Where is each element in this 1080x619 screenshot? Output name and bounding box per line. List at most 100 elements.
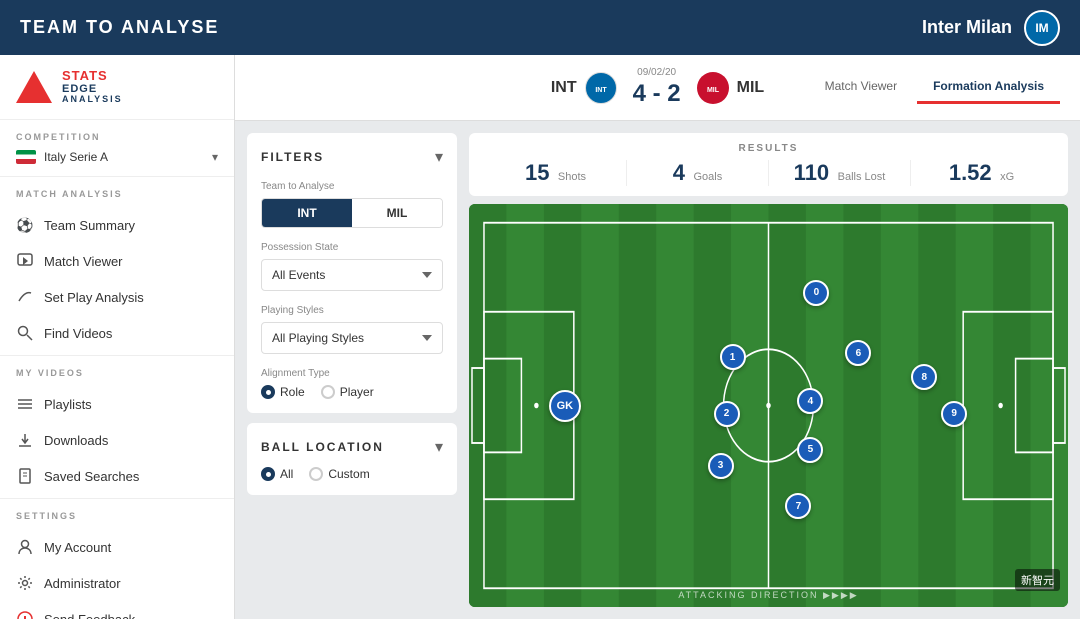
player-goalie: GK xyxy=(549,390,581,422)
xg-number: 1.52 xyxy=(949,160,992,185)
top-header: TEAM TO ANALYSE Inter Milan IM xyxy=(0,0,1080,55)
player-2: 2 xyxy=(714,401,740,427)
team-btn-mil[interactable]: MIL xyxy=(352,199,442,227)
sidebar-item-find-videos[interactable]: Find Videos xyxy=(0,315,234,351)
ball-location-header: BALL LOCATION ▾ xyxy=(261,437,443,457)
logo-analysis: ANALYSIS xyxy=(62,95,123,105)
sidebar-item-admin[interactable]: Administrator xyxy=(0,565,234,601)
playing-styles-dropdown[interactable]: All Playing Styles xyxy=(261,322,443,354)
play-icon xyxy=(16,252,34,270)
sidebar-item-playlists[interactable]: Playlists xyxy=(0,386,234,422)
sidebar-item-saved-searches[interactable]: Saved Searches xyxy=(0,458,234,494)
xg-label: xG xyxy=(1000,171,1014,183)
all-option[interactable]: All xyxy=(261,467,293,481)
sidebar-item-match-viewer[interactable]: Match Viewer xyxy=(0,243,234,279)
custom-option[interactable]: Custom xyxy=(309,467,369,481)
score-box: 09/02/20 4 - 2 xyxy=(633,67,681,108)
ball-location-radio-group: All Custom xyxy=(261,467,443,481)
custom-radio-icon xyxy=(309,467,323,481)
playing-styles-group: Playing Styles All Playing Styles xyxy=(261,305,443,354)
sidebar-item-team-summary[interactable]: ⚽ Team Summary xyxy=(0,207,234,243)
player-9: 9 xyxy=(941,401,967,427)
possession-dropdown[interactable]: All Events xyxy=(261,259,443,291)
downloads-label: Downloads xyxy=(44,433,108,448)
alignment-group: Alignment Type Role Player xyxy=(261,368,443,399)
logo-text: STATS EDGE ANALYSIS xyxy=(62,69,123,105)
my-videos-section: MY VIDEOS Playlists Downloads Saved Sear… xyxy=(0,356,234,499)
player-option[interactable]: Player xyxy=(321,385,374,399)
competition-selector[interactable]: Italy Serie A ▾ xyxy=(16,150,218,164)
player-8: 8 xyxy=(911,364,937,390)
filters-title: FILTERS xyxy=(261,150,324,164)
filters-collapse-icon[interactable]: ▾ xyxy=(435,147,443,167)
match-score-area: INT INT 09/02/20 4 - 2 MIL MIL xyxy=(551,67,764,108)
page-title: TEAM TO ANALYSE xyxy=(20,17,219,38)
tab-formation-analysis[interactable]: Formation Analysis xyxy=(917,71,1060,104)
account-label: My Account xyxy=(44,540,111,555)
player-label: Player xyxy=(340,385,374,399)
ball-location-title: BALL LOCATION xyxy=(261,440,384,454)
settings-label: SETTINGS xyxy=(0,511,234,521)
player-0: 0 xyxy=(803,280,829,306)
results-stats: 15 Shots 4 Goals 110 Balls Lost 1.52 xyxy=(485,160,1052,186)
away-team: MIL MIL xyxy=(697,72,765,104)
competition-section: COMPETITION Italy Serie A ▾ xyxy=(0,120,234,177)
filters-header: FILTERS ▾ xyxy=(261,147,443,167)
player-7: 7 xyxy=(785,493,811,519)
set-play-label: Set Play Analysis xyxy=(44,290,144,305)
sidebar-item-set-play[interactable]: Set Play Analysis xyxy=(0,279,234,315)
all-label: All xyxy=(280,467,293,481)
saved-searches-label: Saved Searches xyxy=(44,469,139,484)
chevron-down-icon: ▾ xyxy=(212,150,218,164)
results-title: RESULTS xyxy=(485,143,1052,154)
possession-label: Possession State xyxy=(261,242,443,253)
match-analysis-section: MATCH ANALYSIS ⚽ Team Summary Match View… xyxy=(0,177,234,356)
team-name: Inter Milan xyxy=(922,17,1012,38)
logo-triangle-icon xyxy=(16,71,52,103)
ball-location-section: BALL LOCATION ▾ All Custom xyxy=(247,423,457,495)
stat-xg: 1.52 xG xyxy=(911,160,1052,186)
stat-balls-lost: 110 Balls Lost xyxy=(769,160,911,186)
team-btn-int[interactable]: INT xyxy=(262,199,352,227)
logo-stats: STATS xyxy=(62,69,123,83)
stat-goals: 4 Goals xyxy=(627,160,769,186)
team-buttons: INT MIL xyxy=(261,198,443,228)
milan-badge-icon: MIL xyxy=(697,72,729,104)
inter-badge-icon: INT xyxy=(585,72,617,104)
saved-icon xyxy=(16,467,34,485)
role-option[interactable]: Role xyxy=(261,385,305,399)
svg-text:MIL: MIL xyxy=(707,87,720,94)
role-label: Role xyxy=(280,385,305,399)
sidebar-item-account[interactable]: My Account xyxy=(0,529,234,565)
results-area: RESULTS 15 Shots 4 Goals 110 Balls Lost xyxy=(469,133,1068,607)
home-team: INT INT xyxy=(551,72,617,104)
sidebar: STATS EDGE ANALYSIS COMPETITION Italy Se… xyxy=(0,55,235,619)
sidebar-item-feedback[interactable]: Send Feedback xyxy=(0,601,234,619)
tab-match-viewer[interactable]: Match Viewer xyxy=(809,71,913,104)
stat-shots: 15 Shots xyxy=(485,160,627,186)
results-header: RESULTS 15 Shots 4 Goals 110 Balls Lost xyxy=(469,133,1068,196)
admin-icon xyxy=(16,574,34,592)
content-area: INT INT 09/02/20 4 - 2 MIL MIL xyxy=(235,55,1080,619)
alignment-label: Alignment Type xyxy=(261,368,443,379)
settings-section: SETTINGS My Account Administrator Send F… xyxy=(0,499,234,619)
playlists-icon xyxy=(16,395,34,413)
ball-location-collapse-icon[interactable]: ▾ xyxy=(435,437,443,457)
player-5: 5 xyxy=(797,437,823,463)
player-3: 3 xyxy=(708,453,734,479)
main-layout: STATS EDGE ANALYSIS COMPETITION Italy Se… xyxy=(0,55,1080,619)
shots-label: Shots xyxy=(558,171,586,183)
field-container: GK 0 1 6 8 2 4 9 3 xyxy=(469,204,1068,607)
player-6: 6 xyxy=(845,340,871,366)
away-team-code: MIL xyxy=(737,79,765,97)
balls-lost-label: Balls Lost xyxy=(838,171,886,183)
home-team-code: INT xyxy=(551,79,577,97)
set-play-icon xyxy=(16,288,34,306)
watermark: 新智元 xyxy=(1015,569,1060,591)
match-date: 09/02/20 xyxy=(637,67,676,78)
sidebar-item-downloads[interactable]: Downloads xyxy=(0,422,234,458)
download-icon xyxy=(16,431,34,449)
custom-label: Custom xyxy=(328,467,369,481)
all-radio-icon xyxy=(261,467,275,481)
player-4: 4 xyxy=(797,388,823,414)
